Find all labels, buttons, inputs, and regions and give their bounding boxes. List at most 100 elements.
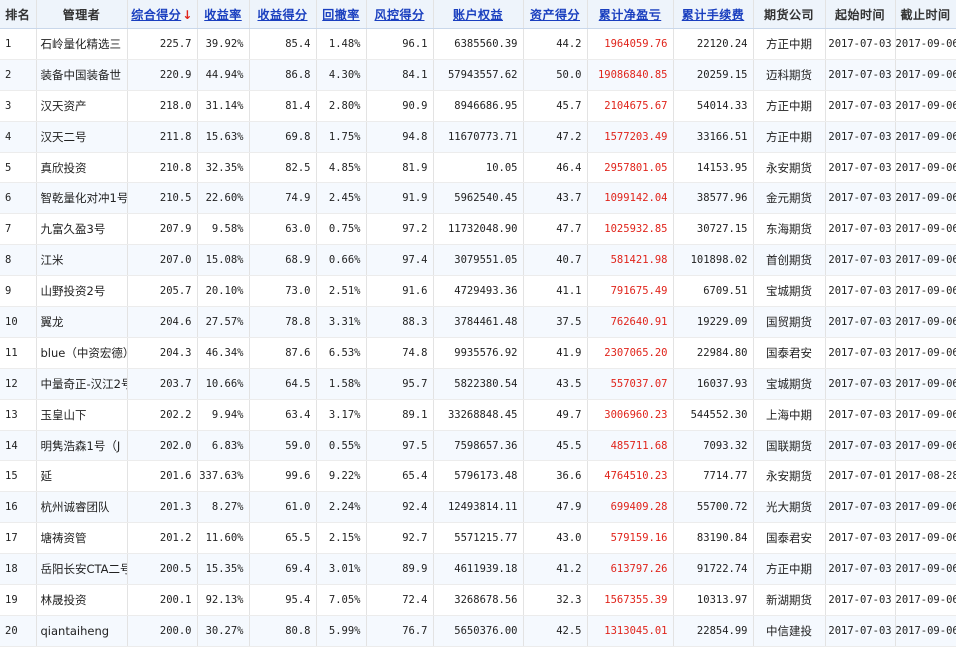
col-return-score-header[interactable]: 收益得分 [249,0,317,29]
cell-start-date: 2017-07-03 [825,553,896,586]
cell-score: 207.0 [127,244,198,277]
cell-manager: 真欣投资 [36,152,128,184]
cell-score: 205.7 [127,275,198,308]
cell-risk-score: 76.7 [366,615,434,647]
cell-broker: 东海期货 [753,213,826,246]
cell-drawdown: 2.51% [316,275,367,308]
cell-equity: 11732048.90 [433,213,524,246]
cell-net-pnl: 613797.26 [587,553,674,586]
table-row: 8 江米 207.0 15.08% 68.9 0.66% 97.4 3079551.05 40.… [0,244,956,277]
cell-net-pnl: 557037.07 [587,368,674,400]
cell-equity: 9935576.92 [433,337,524,369]
cell-return-score: 81.4 [249,90,317,122]
cell-asset-score: 36.6 [523,460,588,493]
cell-score: 204.3 [127,337,198,369]
cell-return-score: 64.5 [249,368,317,400]
sort-desc-icon: ↓ [182,7,193,22]
cell-rank: 20 [0,615,37,647]
cell-return-rate: 15.08% [197,244,250,277]
cell-rank: 7 [0,213,37,246]
cell-manager: 岳阳长安CTA二号 [36,553,128,586]
cell-asset-score: 32.3 [523,584,588,616]
cell-fees: 38577.96 [673,182,754,215]
cell-broker: 方正中期 [753,28,826,60]
cell-rank: 19 [0,584,37,616]
col-risk-score-header[interactable]: 风控得分 [366,0,434,29]
cell-equity: 5822380.54 [433,368,524,400]
cell-net-pnl: 1567355.39 [587,584,674,616]
cell-fees: 19229.09 [673,306,754,338]
cell-end-date: 2017-09-06 [895,121,956,153]
cell-end-date: 2017-09-06 [895,368,956,400]
cell-broker: 国泰君安 [753,522,826,555]
cell-manager: 林晟投资 [36,584,128,616]
col-rank-header: 排名 [0,0,37,29]
cell-drawdown: 1.48% [316,28,367,60]
cell-rank: 10 [0,306,37,338]
cell-rank: 9 [0,275,37,308]
col-equity-header[interactable]: 账户权益 [433,0,524,29]
cell-score: 210.8 [127,152,198,184]
cell-asset-score: 41.2 [523,553,588,586]
cell-equity: 4611939.18 [433,553,524,586]
cell-manager: 杭州诚睿团队 [36,491,128,524]
cell-broker: 新湖期货 [753,584,826,616]
cell-rank: 5 [0,152,37,184]
cell-risk-score: 97.5 [366,430,434,462]
table-row: 15 延 201.6 337.63% 99.6 9.22% 65.4 5796173.48 36… [0,460,956,493]
cell-net-pnl: 1099142.04 [587,182,674,215]
cell-net-pnl: 1964059.76 [587,28,674,60]
col-net-pnl-header[interactable]: 累计净盈亏 [587,0,674,29]
cell-return-score: 87.6 [249,337,317,369]
cell-return-score: 80.8 [249,615,317,647]
cell-asset-score: 43.7 [523,182,588,215]
col-asset-score-header[interactable]: 资产得分 [523,0,588,29]
cell-net-pnl: 485711.68 [587,430,674,462]
cell-risk-score: 95.7 [366,368,434,400]
cell-fees: 101898.02 [673,244,754,277]
cell-broker: 金元期货 [753,182,826,215]
col-broker-header: 期货公司 [753,0,826,29]
cell-equity: 3079551.05 [433,244,524,277]
cell-drawdown: 3.01% [316,553,367,586]
cell-net-pnl: 791675.49 [587,275,674,308]
cell-end-date: 2017-09-06 [895,491,956,524]
col-drawdown-header[interactable]: 回撤率 [316,0,367,29]
col-score-label[interactable]: 综合得分 [131,8,181,22]
cell-equity: 4729493.36 [433,275,524,308]
cell-score: 201.6 [127,460,198,493]
cell-risk-score: 65.4 [366,460,434,493]
cell-manager: 塘祷资管 [36,522,128,555]
cell-rank: 1 [0,28,37,60]
cell-net-pnl: 579159.16 [587,522,674,555]
col-score-header[interactable]: 综合得分↓ [127,0,198,29]
cell-manager: 中量奇正-汉江2号 [36,368,128,400]
cell-asset-score: 47.9 [523,491,588,524]
cell-asset-score: 46.4 [523,152,588,184]
table-row: 1 石岭量化精选三 225.7 39.92% 85.4 1.48% 96.1 6385560.… [0,28,956,60]
cell-start-date: 2017-07-03 [825,399,896,431]
cell-end-date: 2017-09-06 [895,90,956,122]
cell-score: 202.0 [127,430,198,462]
cell-drawdown: 6.53% [316,337,367,369]
cell-broker: 方正中期 [753,121,826,153]
cell-return-rate: 15.63% [197,121,250,153]
table-row: 16 杭州诚睿团队 201.3 8.27% 61.0 2.24% 92.4 12493814.… [0,491,956,524]
cell-fees: 33166.51 [673,121,754,153]
table-row: 19 林晟投资 200.1 92.13% 95.4 7.05% 72.4 3268678.56… [0,584,956,616]
cell-return-rate: 20.10% [197,275,250,308]
cell-score: 201.2 [127,522,198,555]
cell-rank: 11 [0,337,37,369]
col-fees-header[interactable]: 累计手续费 [673,0,754,29]
cell-fees: 91722.74 [673,553,754,586]
cell-start-date: 2017-07-03 [825,244,896,277]
cell-risk-score: 84.1 [366,59,434,91]
cell-fees: 22854.99 [673,615,754,647]
col-return-rate-header[interactable]: 收益率 [197,0,250,29]
cell-return-rate: 30.27% [197,615,250,647]
table-row: 3 汉天资产 218.0 31.14% 81.4 2.80% 90.9 8946686.95 4… [0,90,956,122]
cell-return-score: 85.4 [249,28,317,60]
cell-return-rate: 8.27% [197,491,250,524]
table-row: 6 智乾量化对冲1号 210.5 22.60% 74.9 2.45% 91.9 5962540… [0,182,956,215]
cell-asset-score: 43.5 [523,368,588,400]
